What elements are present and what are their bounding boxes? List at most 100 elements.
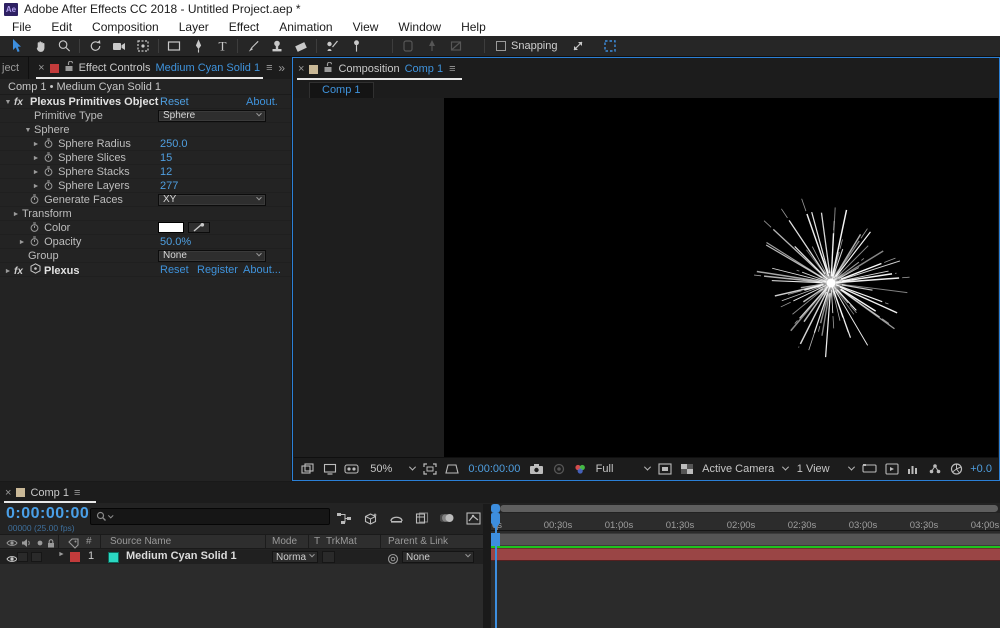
menu-composition[interactable]: Composition: [82, 18, 169, 36]
preview-favors-icon[interactable]: [883, 461, 900, 477]
panel-target-name[interactable]: Medium Cyan Solid 1: [156, 62, 261, 74]
viewer-tab-comp1[interactable]: Comp 1: [309, 82, 374, 98]
layer-expand-arrow[interactable]: ►: [58, 551, 65, 558]
shy-layers-icon[interactable]: [388, 510, 405, 526]
tab-overflow-icon[interactable]: »: [278, 61, 285, 75]
source-name-column[interactable]: Source Name: [110, 536, 171, 547]
reset-link[interactable]: Reset: [160, 95, 189, 109]
menu-animation[interactable]: Animation: [269, 18, 342, 36]
expand-arrow-icon[interactable]: ►: [2, 265, 14, 279]
brush-tool-icon[interactable]: [241, 37, 265, 56]
expand-arrow-icon[interactable]: ►: [30, 138, 42, 152]
t-column[interactable]: T: [314, 536, 320, 547]
blend-mode-dropdown[interactable]: Norma: [272, 551, 318, 563]
target-region-icon[interactable]: [657, 461, 674, 477]
grid-guides-icon[interactable]: [444, 461, 461, 477]
viewer-timecode[interactable]: 0:00:00:00: [468, 463, 520, 475]
composition-viewer[interactable]: [294, 98, 998, 457]
panel-title[interactable]: Effect Controls: [79, 62, 151, 74]
menu-file[interactable]: File: [2, 18, 41, 36]
draft-3d-icon[interactable]: [362, 510, 379, 526]
register-link[interactable]: Register: [197, 263, 238, 277]
mode-column[interactable]: Mode: [272, 536, 297, 547]
group-dropdown[interactable]: None: [158, 250, 266, 262]
camera-tool-icon[interactable]: [107, 37, 131, 56]
effect-name[interactable]: Plexus Primitives Object: [30, 96, 158, 108]
expand-arrow-icon[interactable]: ►: [10, 208, 22, 222]
stopwatch-icon[interactable]: [28, 235, 41, 249]
property-value[interactable]: 277: [160, 179, 178, 193]
layer-solo-toggle[interactable]: [31, 552, 42, 562]
timeline-track-area[interactable]: 0s00:30s01:00s01:30s02:00s02:30s03:00s03…: [491, 504, 1000, 628]
menu-effect[interactable]: Effect: [219, 18, 269, 36]
panel-menu-icon[interactable]: ≡: [266, 62, 272, 74]
effect-name[interactable]: Plexus: [44, 265, 79, 277]
mini-flowchart-icon[interactable]: [336, 510, 353, 526]
property-value[interactable]: 250.0: [160, 137, 188, 151]
time-navigator[interactable]: [491, 504, 1000, 513]
expand-arrow-icon[interactable]: ►: [30, 180, 42, 194]
trkmat-cell[interactable]: [322, 551, 335, 563]
property-value[interactable]: 50.0%: [160, 235, 191, 249]
rectangle-tool-icon[interactable]: [162, 37, 186, 56]
layer-row[interactable]: ► 1 Medium Cyan Solid 1 Norma None: [0, 550, 483, 565]
collapse-arrow-icon[interactable]: ▼: [2, 96, 14, 110]
mask-visibility-icon[interactable]: [344, 461, 361, 477]
show-channel-icon[interactable]: [572, 461, 589, 477]
magnification-dropdown[interactable]: 50%: [368, 463, 417, 475]
snapping-checkbox[interactable]: [496, 41, 506, 51]
about-link[interactable]: About...: [243, 263, 281, 277]
snapping-expand-icon[interactable]: [566, 37, 590, 56]
snap-to-edges-icon[interactable]: [598, 37, 622, 56]
histogram-icon[interactable]: [905, 461, 922, 477]
camera-view-dropdown[interactable]: Active Camera: [700, 463, 790, 475]
pixel-aspect-icon[interactable]: [927, 461, 944, 477]
stopwatch-icon[interactable]: [42, 137, 55, 151]
layer-search-input[interactable]: [90, 508, 330, 525]
exposure-shutter-icon[interactable]: [948, 461, 965, 477]
region-of-interest-icon[interactable]: [422, 461, 439, 477]
panel-title[interactable]: Composition: [338, 63, 399, 75]
exposure-value[interactable]: +0.0: [970, 463, 992, 475]
close-panel-icon[interactable]: ×: [298, 63, 304, 75]
expand-arrow-icon[interactable]: ►: [30, 152, 42, 166]
pan-behind-tool-icon[interactable]: [131, 37, 155, 56]
menu-window[interactable]: Window: [388, 18, 451, 36]
stopwatch-icon[interactable]: [28, 193, 41, 207]
stopwatch-icon[interactable]: [42, 179, 55, 193]
collapse-arrow-icon[interactable]: ▼: [22, 124, 34, 138]
current-time-display[interactable]: 0:00:00:00: [6, 505, 89, 523]
generate-faces-dropdown[interactable]: XY: [158, 194, 266, 206]
eraser-tool-icon[interactable]: [289, 37, 313, 56]
trkmat-column[interactable]: TrkMat: [326, 536, 357, 547]
fx-icon[interactable]: [14, 95, 30, 110]
view-layout-dropdown[interactable]: 1 View: [795, 463, 857, 475]
stopwatch-icon[interactable]: [42, 165, 55, 179]
roto-brush-tool-icon[interactable]: [320, 37, 344, 56]
unlock-icon[interactable]: [323, 60, 333, 78]
menu-layer[interactable]: Layer: [169, 18, 219, 36]
panel-target-name[interactable]: Comp 1: [405, 63, 444, 75]
motion-blur-icon[interactable]: [439, 510, 456, 526]
property-value[interactable]: 15: [160, 151, 172, 165]
playhead-workarea-handle[interactable]: [491, 533, 500, 546]
selection-tool-icon[interactable]: [4, 37, 28, 56]
menu-edit[interactable]: Edit: [41, 18, 82, 36]
parent-link-column[interactable]: Parent & Link: [388, 536, 448, 547]
panel-menu-icon[interactable]: ≡: [449, 63, 455, 75]
transparency-grid-icon[interactable]: [678, 461, 695, 477]
layer-audio-toggle[interactable]: [17, 552, 28, 562]
resolution-dropdown[interactable]: Full: [594, 463, 652, 475]
graph-editor-icon[interactable]: [465, 510, 482, 526]
type-tool-icon[interactable]: T: [210, 37, 234, 56]
stopwatch-icon[interactable]: [42, 151, 55, 165]
expand-arrow-icon[interactable]: ►: [30, 166, 42, 180]
time-navigator-bar[interactable]: [500, 505, 998, 512]
pen-tool-icon[interactable]: [186, 37, 210, 56]
property-value[interactable]: 12: [160, 165, 172, 179]
eyedropper-icon[interactable]: [188, 222, 210, 233]
frame-blending-icon[interactable]: [413, 510, 430, 526]
about-link[interactable]: About.: [246, 95, 278, 109]
zoom-tool-icon[interactable]: [52, 37, 76, 56]
fx-icon[interactable]: [14, 264, 30, 279]
